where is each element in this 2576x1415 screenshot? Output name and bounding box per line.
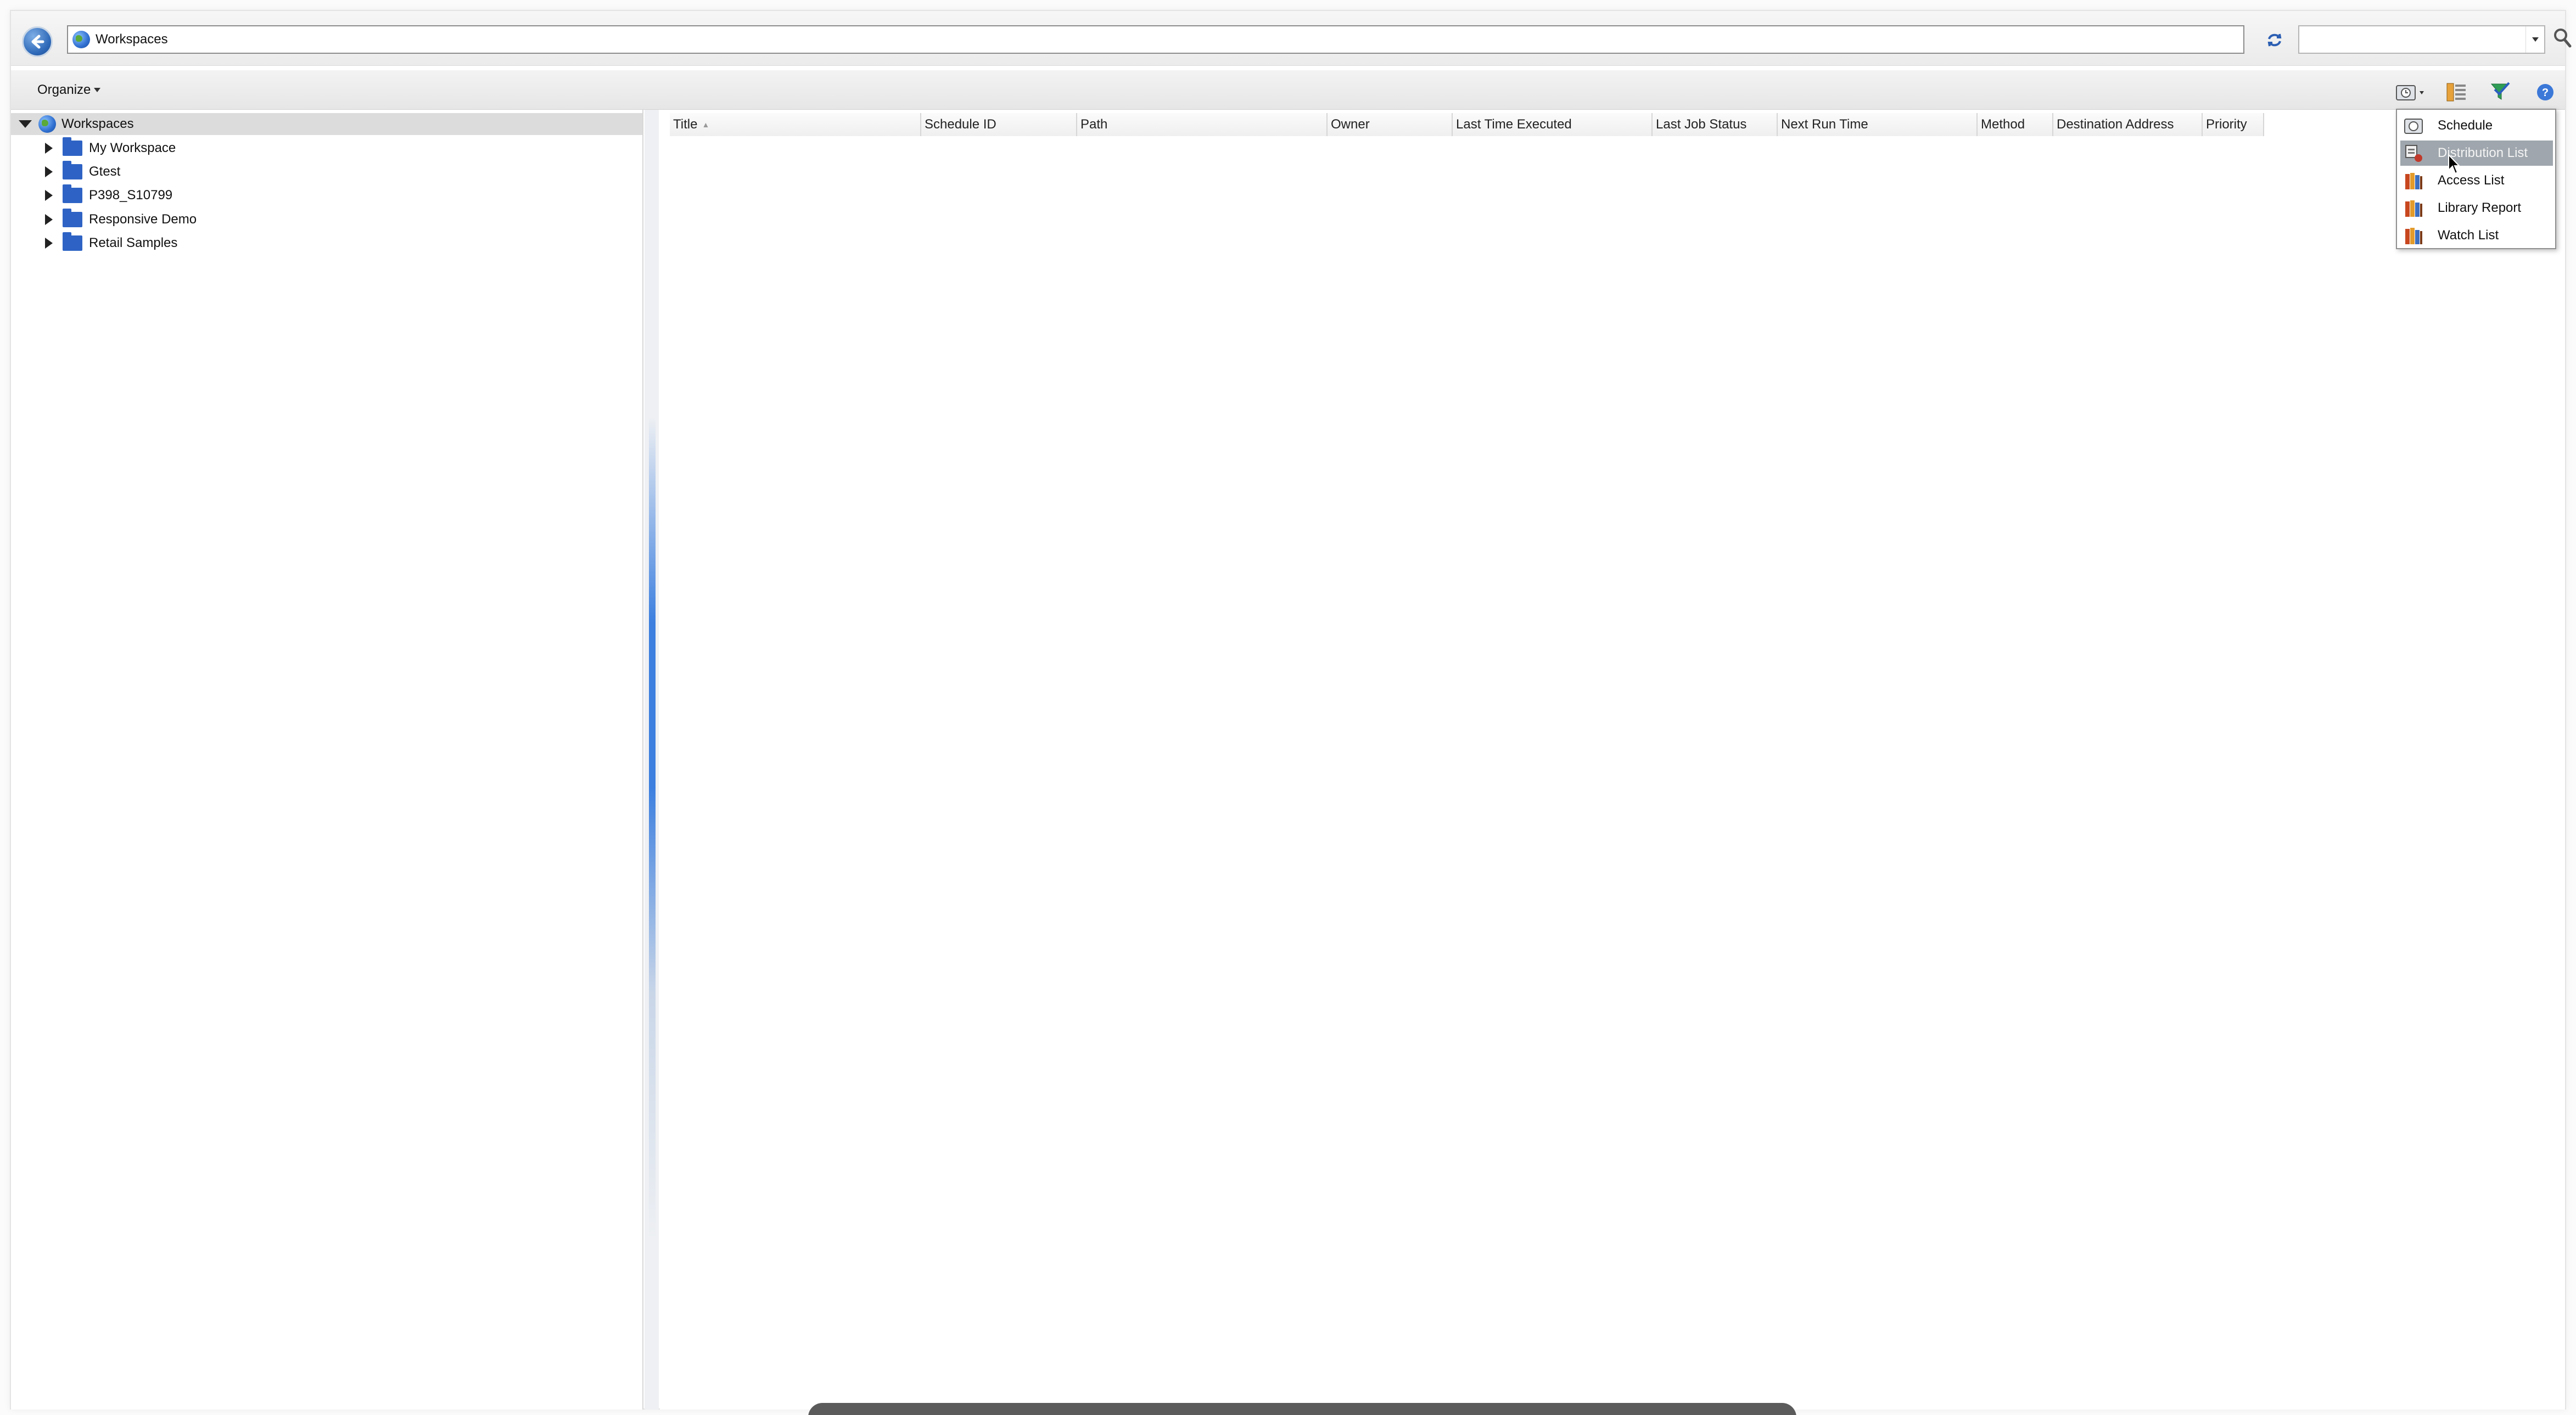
help-icon: ? xyxy=(2537,84,2553,100)
back-button[interactable] xyxy=(22,26,53,57)
menu-item-access-list[interactable]: Access List xyxy=(2400,168,2553,193)
refresh-icon xyxy=(2267,33,2282,47)
column-header-schedule-id[interactable]: Schedule ID xyxy=(921,113,1077,136)
workspaces-globe-icon xyxy=(72,31,90,48)
column-header-method[interactable]: Method xyxy=(1978,113,2053,136)
folder-icon xyxy=(63,184,82,203)
chevron-down-icon xyxy=(2532,37,2539,42)
search-icon[interactable] xyxy=(2553,27,2572,49)
chevron-down-icon xyxy=(94,88,101,92)
view-options-button[interactable] xyxy=(2444,81,2468,103)
filter-check-icon xyxy=(2490,82,2510,100)
column-header-last-job-status[interactable]: Last Job Status xyxy=(1653,113,1778,136)
column-label: Path xyxy=(1080,117,1108,132)
menu-item-label: Library Report xyxy=(2438,200,2522,215)
tree-node-label: Retail Samples xyxy=(89,235,178,250)
workspace-tree: Workspaces My Workspace Gtest P398_S1079… xyxy=(11,110,643,1410)
column-header-next-run-time[interactable]: Next Run Time xyxy=(1778,113,1978,136)
help-button[interactable]: ? xyxy=(2533,81,2557,103)
access-list-books-icon xyxy=(2405,173,2422,189)
column-header-priority[interactable]: Priority xyxy=(2203,113,2264,136)
new-item-dropdown-menu: Schedule Distribution List Access List L… xyxy=(2396,109,2556,249)
folder-icon xyxy=(63,209,82,227)
schedule-camera-icon xyxy=(2404,119,2423,134)
distribution-list-icon xyxy=(2405,145,2422,162)
organize-label: Organize xyxy=(37,82,91,97)
mouse-pointer-icon xyxy=(2448,154,2460,175)
column-label: Method xyxy=(1981,117,2025,132)
tree-node-label: Workspaces xyxy=(61,116,134,131)
menu-item-schedule[interactable]: Schedule xyxy=(2400,113,2553,138)
column-label: Owner xyxy=(1331,117,1370,132)
expand-triangle-icon[interactable] xyxy=(45,190,53,201)
tree-node-label: P398_S10799 xyxy=(89,188,173,203)
menu-item-library-report[interactable]: Library Report xyxy=(2400,195,2553,221)
column-header-title[interactable]: Title ▲ xyxy=(670,113,921,136)
tree-node-label: My Workspace xyxy=(89,141,176,155)
tree-node-gtest[interactable]: Gtest xyxy=(45,161,120,183)
collapse-triangle-icon[interactable] xyxy=(19,120,32,128)
expand-triangle-icon[interactable] xyxy=(45,214,53,225)
column-label: Next Run Time xyxy=(1781,117,1868,132)
back-arrow-icon xyxy=(31,35,44,49)
menu-item-label: Watch List xyxy=(2438,228,2499,243)
column-label: Last Time Executed xyxy=(1456,117,1572,132)
column-header-last-time-executed[interactable]: Last Time Executed xyxy=(1453,113,1653,136)
organize-button[interactable]: Organize xyxy=(37,82,101,98)
tree-node-retail-samples[interactable]: Retail Samples xyxy=(45,232,177,254)
tree-node-workspaces[interactable]: Workspaces xyxy=(11,113,642,135)
library-report-books-icon xyxy=(2405,200,2422,217)
schedule-camera-icon xyxy=(2396,85,2424,100)
refresh-button[interactable] xyxy=(2262,27,2287,53)
expand-triangle-icon[interactable] xyxy=(45,143,53,154)
folder-icon xyxy=(63,137,82,156)
watch-list-books-icon xyxy=(2405,228,2422,244)
grid-header: Title ▲ Schedule ID Path Owner Last Time… xyxy=(670,113,2264,136)
column-label: Last Job Status xyxy=(1656,117,1747,132)
column-label: Destination Address xyxy=(2057,117,2174,132)
search-input[interactable] xyxy=(2298,25,2545,54)
expand-triangle-icon[interactable] xyxy=(45,166,53,177)
column-label: Priority xyxy=(2206,117,2247,132)
menu-item-watch-list[interactable]: Watch List xyxy=(2400,223,2553,248)
svg-text:?: ? xyxy=(2542,87,2549,99)
tree-node-label: Gtest xyxy=(89,164,121,179)
new-item-menu-button[interactable] xyxy=(2394,81,2428,103)
bottom-overlay-bar xyxy=(808,1403,1796,1415)
column-header-owner[interactable]: Owner xyxy=(1328,113,1453,136)
folder-icon xyxy=(63,161,82,179)
search-dropdown-button[interactable] xyxy=(2525,26,2544,53)
menu-item-distribution-list[interactable]: Distribution List xyxy=(2400,141,2553,166)
column-label: Title xyxy=(673,117,698,132)
folder-icon xyxy=(63,232,82,251)
column-header-path[interactable]: Path xyxy=(1077,113,1328,136)
pane-splitter[interactable] xyxy=(645,110,659,1410)
tree-node-p398[interactable]: P398_S10799 xyxy=(45,184,172,206)
toolbar: Organize ? xyxy=(11,70,2565,110)
expand-triangle-icon[interactable] xyxy=(45,238,53,249)
column-header-destination-address[interactable]: Destination Address xyxy=(2053,113,2203,136)
address-field[interactable]: Workspaces xyxy=(67,25,2244,54)
address-row: Workspaces xyxy=(11,11,2572,66)
menu-item-label: Schedule xyxy=(2438,118,2493,133)
columns-icon xyxy=(2446,83,2466,102)
schedule-grid: Title ▲ Schedule ID Path Owner Last Time… xyxy=(660,110,2565,1410)
tree-node-label: Responsive Demo xyxy=(89,212,197,227)
address-path: Workspaces xyxy=(96,32,168,47)
tree-node-responsive-demo[interactable]: Responsive Demo xyxy=(45,209,197,231)
column-label: Schedule ID xyxy=(925,117,996,132)
sort-ascending-icon: ▲ xyxy=(702,120,710,129)
tree-node-my-workspace[interactable]: My Workspace xyxy=(45,137,176,159)
splitter-grip[interactable] xyxy=(649,417,656,1240)
workspaces-globe-icon xyxy=(38,115,56,133)
app-window: Workspaces Organize ? Workspaces My Work… xyxy=(10,10,2572,1415)
filter-button[interactable] xyxy=(2488,81,2512,103)
